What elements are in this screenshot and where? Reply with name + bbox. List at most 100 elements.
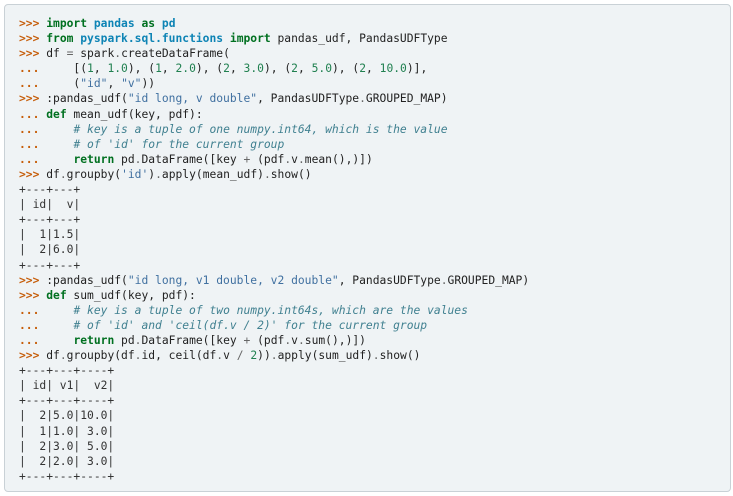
- code-token: 2: [359, 62, 367, 76]
- code-token: v: [291, 152, 298, 166]
- code-token: [(: [46, 62, 88, 76]
- code-token: :pandas_udf(: [46, 273, 128, 287]
- code-token: .: [59, 349, 67, 363]
- code-line: >>> :pandas_udf("id long, v double", Pan…: [19, 91, 730, 106]
- code-token: .: [359, 92, 366, 106]
- code-line: >>> :pandas_udf("id long, v1 double, v2 …: [19, 273, 730, 288]
- code-line: ... ("id", "v")): [19, 76, 730, 91]
- prompt-marker: >>>: [19, 349, 47, 363]
- code-token: ), (: [127, 62, 156, 76]
- code-token: :pandas_udf(: [46, 92, 128, 106]
- prompt-marker: ...: [19, 152, 47, 166]
- code-token: ,: [161, 62, 176, 76]
- code-token: pd: [161, 17, 176, 30]
- code-token: .: [440, 273, 448, 287]
- code-line: >>> import pandas as pd: [19, 16, 730, 31]
- code-line: >>> df.groupby('id').apply(mean_udf).sho…: [19, 167, 730, 182]
- prompt-marker: >>>: [19, 17, 47, 30]
- code-line: | 2|6.0|: [19, 242, 730, 257]
- code-token: .: [155, 167, 162, 181]
- code-listing: >>> import pandas as pd >>> from pyspark.…: [19, 16, 730, 484]
- code-token: 2.0: [175, 62, 196, 76]
- code-token: # key is a tuple of one numpy.int64, whi…: [73, 122, 448, 136]
- code-token: groupby(df: [66, 349, 135, 363]
- output-text: +---+---+----+: [19, 469, 115, 483]
- code-token: .: [59, 167, 67, 181]
- prompt-marker: >>>: [19, 273, 47, 287]
- code-token: pd: [114, 152, 135, 166]
- code-token: 'id': [121, 167, 149, 181]
- code-token: 2: [223, 62, 230, 76]
- code-token: (pdf: [250, 333, 285, 347]
- code-token: 5.0: [311, 62, 332, 76]
- code-token: import: [229, 32, 271, 46]
- prompt-marker: >>>: [19, 32, 47, 46]
- code-line: ... return pd.DataFrame([key + (pdf.v.su…: [19, 333, 730, 348]
- code-token: sum(),)]): [304, 333, 366, 347]
- code-token: id, ceil(df: [141, 349, 217, 363]
- code-token: as: [141, 17, 156, 30]
- code-line: | id| v|: [19, 197, 730, 212]
- code-token: .: [297, 152, 305, 166]
- code-token: pandas_udf, PandasUDFType: [270, 32, 448, 46]
- prompt-marker: ...: [19, 137, 47, 151]
- code-token: GROUPED_MAP): [447, 273, 530, 287]
- prompt-marker: ...: [19, 303, 47, 317]
- code-token: (pdf: [250, 152, 285, 166]
- code-token: ), (: [332, 62, 360, 76]
- code-token: .: [372, 349, 380, 363]
- code-token: 1: [155, 62, 162, 76]
- code-line: ... # of 'id' for the current group: [19, 137, 730, 152]
- code-token: groupby(: [66, 167, 122, 181]
- code-token: v: [223, 349, 237, 363]
- code-line: >>> df = spark.createDataFrame(: [19, 46, 730, 61]
- output-text: +---+---+: [19, 258, 81, 272]
- code-token: DataFrame([key: [141, 333, 244, 347]
- code-token: def: [46, 107, 67, 121]
- code-token: mean(),)]): [304, 152, 373, 166]
- code-line: | 2|2.0| 3.0|: [19, 454, 730, 469]
- code-token: 1: [87, 62, 94, 76]
- code-token: .: [270, 349, 278, 363]
- code-token: "v": [121, 77, 142, 91]
- code-token: .: [297, 333, 305, 347]
- code-token: 10.0: [379, 62, 407, 76]
- code-token: "id long, v1 double, v2 double": [127, 273, 339, 287]
- code-line: ... return pd.DataFrame([key + (pdf.v.me…: [19, 152, 730, 167]
- code-line: +---+---+----+: [19, 393, 730, 408]
- code-token: # key is a tuple of two numpy.int64s, wh…: [73, 303, 468, 317]
- code-token: )): [141, 77, 156, 91]
- code-line: +---+---+: [19, 258, 730, 273]
- code-token: ,: [93, 62, 108, 76]
- code-line: +---+---+: [19, 182, 730, 197]
- output-text: | 1|1.0| 3.0|: [19, 424, 115, 438]
- code-token: apply(sum_udf): [277, 349, 373, 363]
- code-line: | 1|1.5|: [19, 227, 730, 242]
- code-token: (: [46, 77, 81, 91]
- code-token: .: [263, 167, 271, 181]
- code-token: pyspark.sql.functions: [80, 32, 224, 46]
- code-line: | 2|5.0|10.0|: [19, 408, 730, 423]
- code-line: >>> from pyspark.sql.functions import pa…: [19, 31, 730, 46]
- code-token: apply(mean_udf): [161, 167, 264, 181]
- code-token: # of 'id' and 'ceil(df.v / 2)' for the c…: [73, 318, 428, 332]
- code-token: ,: [229, 62, 244, 76]
- output-text: +---+---+: [19, 183, 81, 197]
- code-token: pandas: [93, 17, 135, 30]
- code-token: sum_udf(key, pdf):: [66, 288, 196, 302]
- code-line: | 1|1.0| 3.0|: [19, 424, 730, 439]
- code-token: , PandasUDFType: [338, 273, 441, 287]
- code-token: 2: [291, 62, 298, 76]
- code-line: | id| v1| v2|: [19, 378, 730, 393]
- code-token: # of 'id' for the current group: [73, 137, 285, 151]
- code-token: df: [46, 349, 60, 363]
- code-token: from: [46, 32, 74, 46]
- code-line: ... # key is a tuple of two numpy.int64s…: [19, 303, 730, 318]
- code-token: ), (: [195, 62, 224, 76]
- prompt-marker: ...: [19, 77, 47, 91]
- code-block: >>> import pandas as pd >>> from pyspark.…: [4, 4, 731, 492]
